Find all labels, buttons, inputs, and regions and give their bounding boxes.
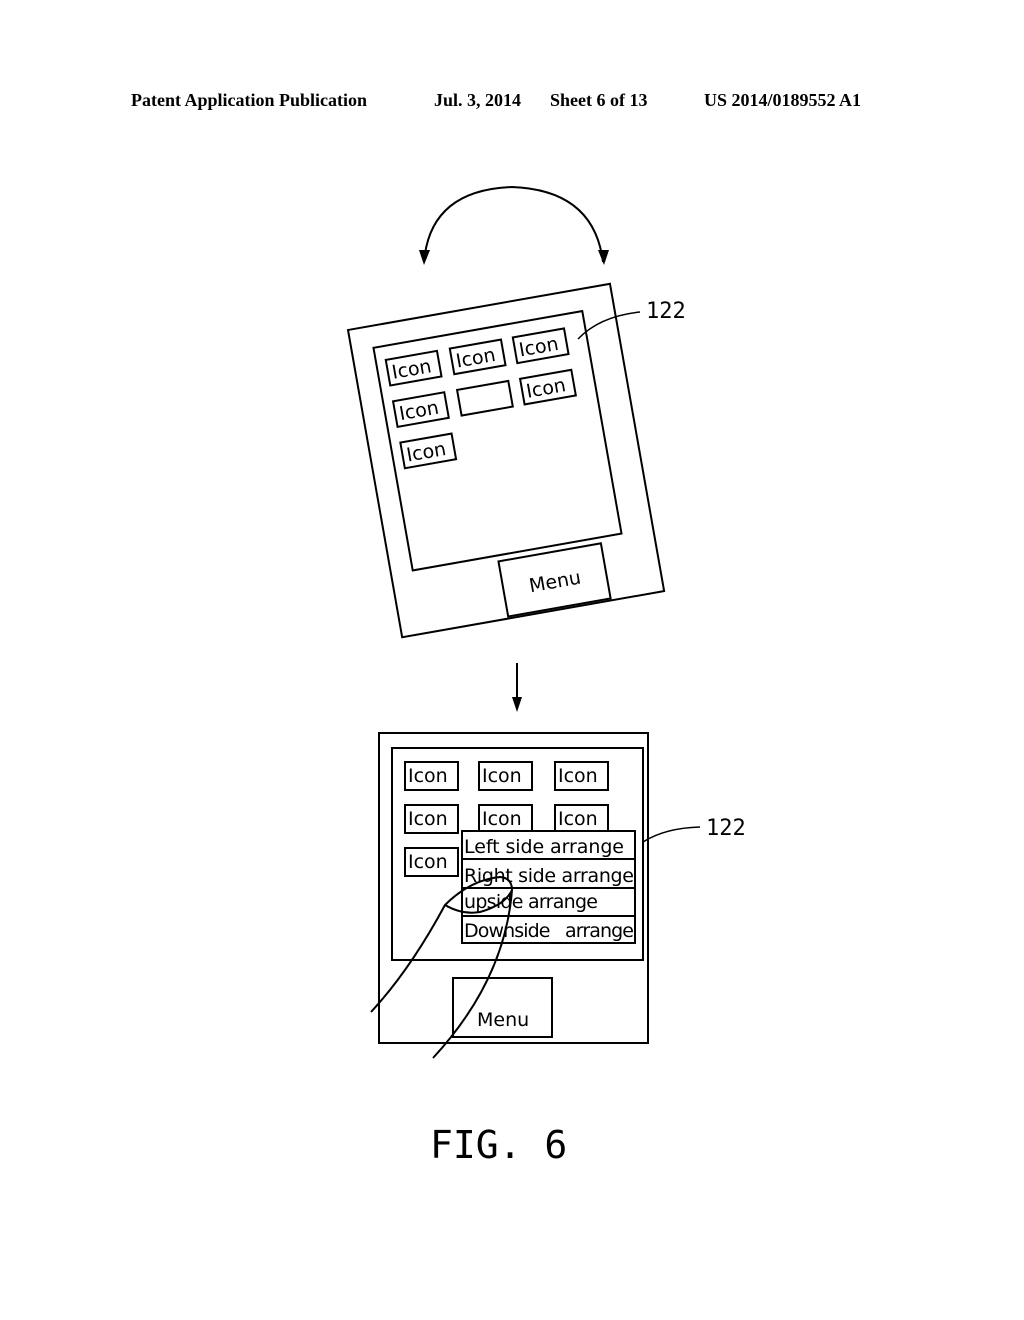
empty-icon-slot [455, 379, 514, 417]
icon-2: Icon [478, 761, 533, 791]
menu-button: Menu [497, 542, 612, 618]
arrowhead-left-icon [419, 250, 430, 265]
arrange-menu: Left side arrange Right side arrange ups… [461, 830, 636, 944]
figure-caption: FIG. 6 [430, 1123, 567, 1167]
svg-text:Icon: Icon [408, 851, 448, 873]
rotated-device: Icon Icon Icon Icon Icon Icon Menu [346, 282, 666, 639]
reference-label-bottom: 122 [706, 816, 746, 841]
icon-6: Icon [399, 432, 458, 470]
svg-text:Menu: Menu [477, 1009, 529, 1031]
menu-button: Menu [452, 977, 553, 1038]
figure-drawing: Icon Icon Icon Icon Icon Icon Menu 122 I… [346, 185, 746, 1167]
svg-text:Menu: Menu [527, 567, 582, 598]
icon-4: Icon [391, 391, 450, 429]
svg-text:Icon: Icon [482, 765, 522, 787]
menu-item-right-side-arrange: Right side arrange [464, 865, 634, 887]
svg-text:Icon: Icon [408, 765, 448, 787]
arrowhead-right-icon [598, 250, 609, 265]
icon-5: Icon [518, 368, 577, 406]
upright-device: Icon Icon Icon Icon Icon Icon Icon Left … [378, 732, 649, 1044]
svg-text:Icon: Icon [482, 808, 522, 830]
icon-6: Icon [554, 804, 609, 834]
icon-4: Icon [404, 804, 459, 834]
arrowhead-down-icon [512, 697, 522, 712]
leader-line-bottom [642, 826, 701, 843]
svg-text:Icon: Icon [558, 808, 598, 830]
menu-item-downside-arrange: Downside arrange [464, 920, 634, 942]
icon-3: Icon [511, 327, 570, 365]
menu-item-upside-arrange: upside arrange [464, 891, 598, 913]
rotation-arc-arrow [423, 185, 604, 263]
device-body [346, 282, 666, 639]
icon-1: Icon [404, 761, 459, 791]
icon-7: Icon [404, 847, 459, 877]
svg-text:Icon: Icon [558, 765, 598, 787]
icon-2: Icon [448, 338, 507, 376]
icon-5: Icon [478, 804, 533, 834]
svg-text:Icon: Icon [408, 808, 448, 830]
reference-label-top: 122 [646, 299, 686, 324]
icon-3: Icon [554, 761, 609, 791]
menu-item-left-side-arrange: Left side arrange [464, 836, 624, 858]
icon-1: Icon [384, 349, 443, 387]
